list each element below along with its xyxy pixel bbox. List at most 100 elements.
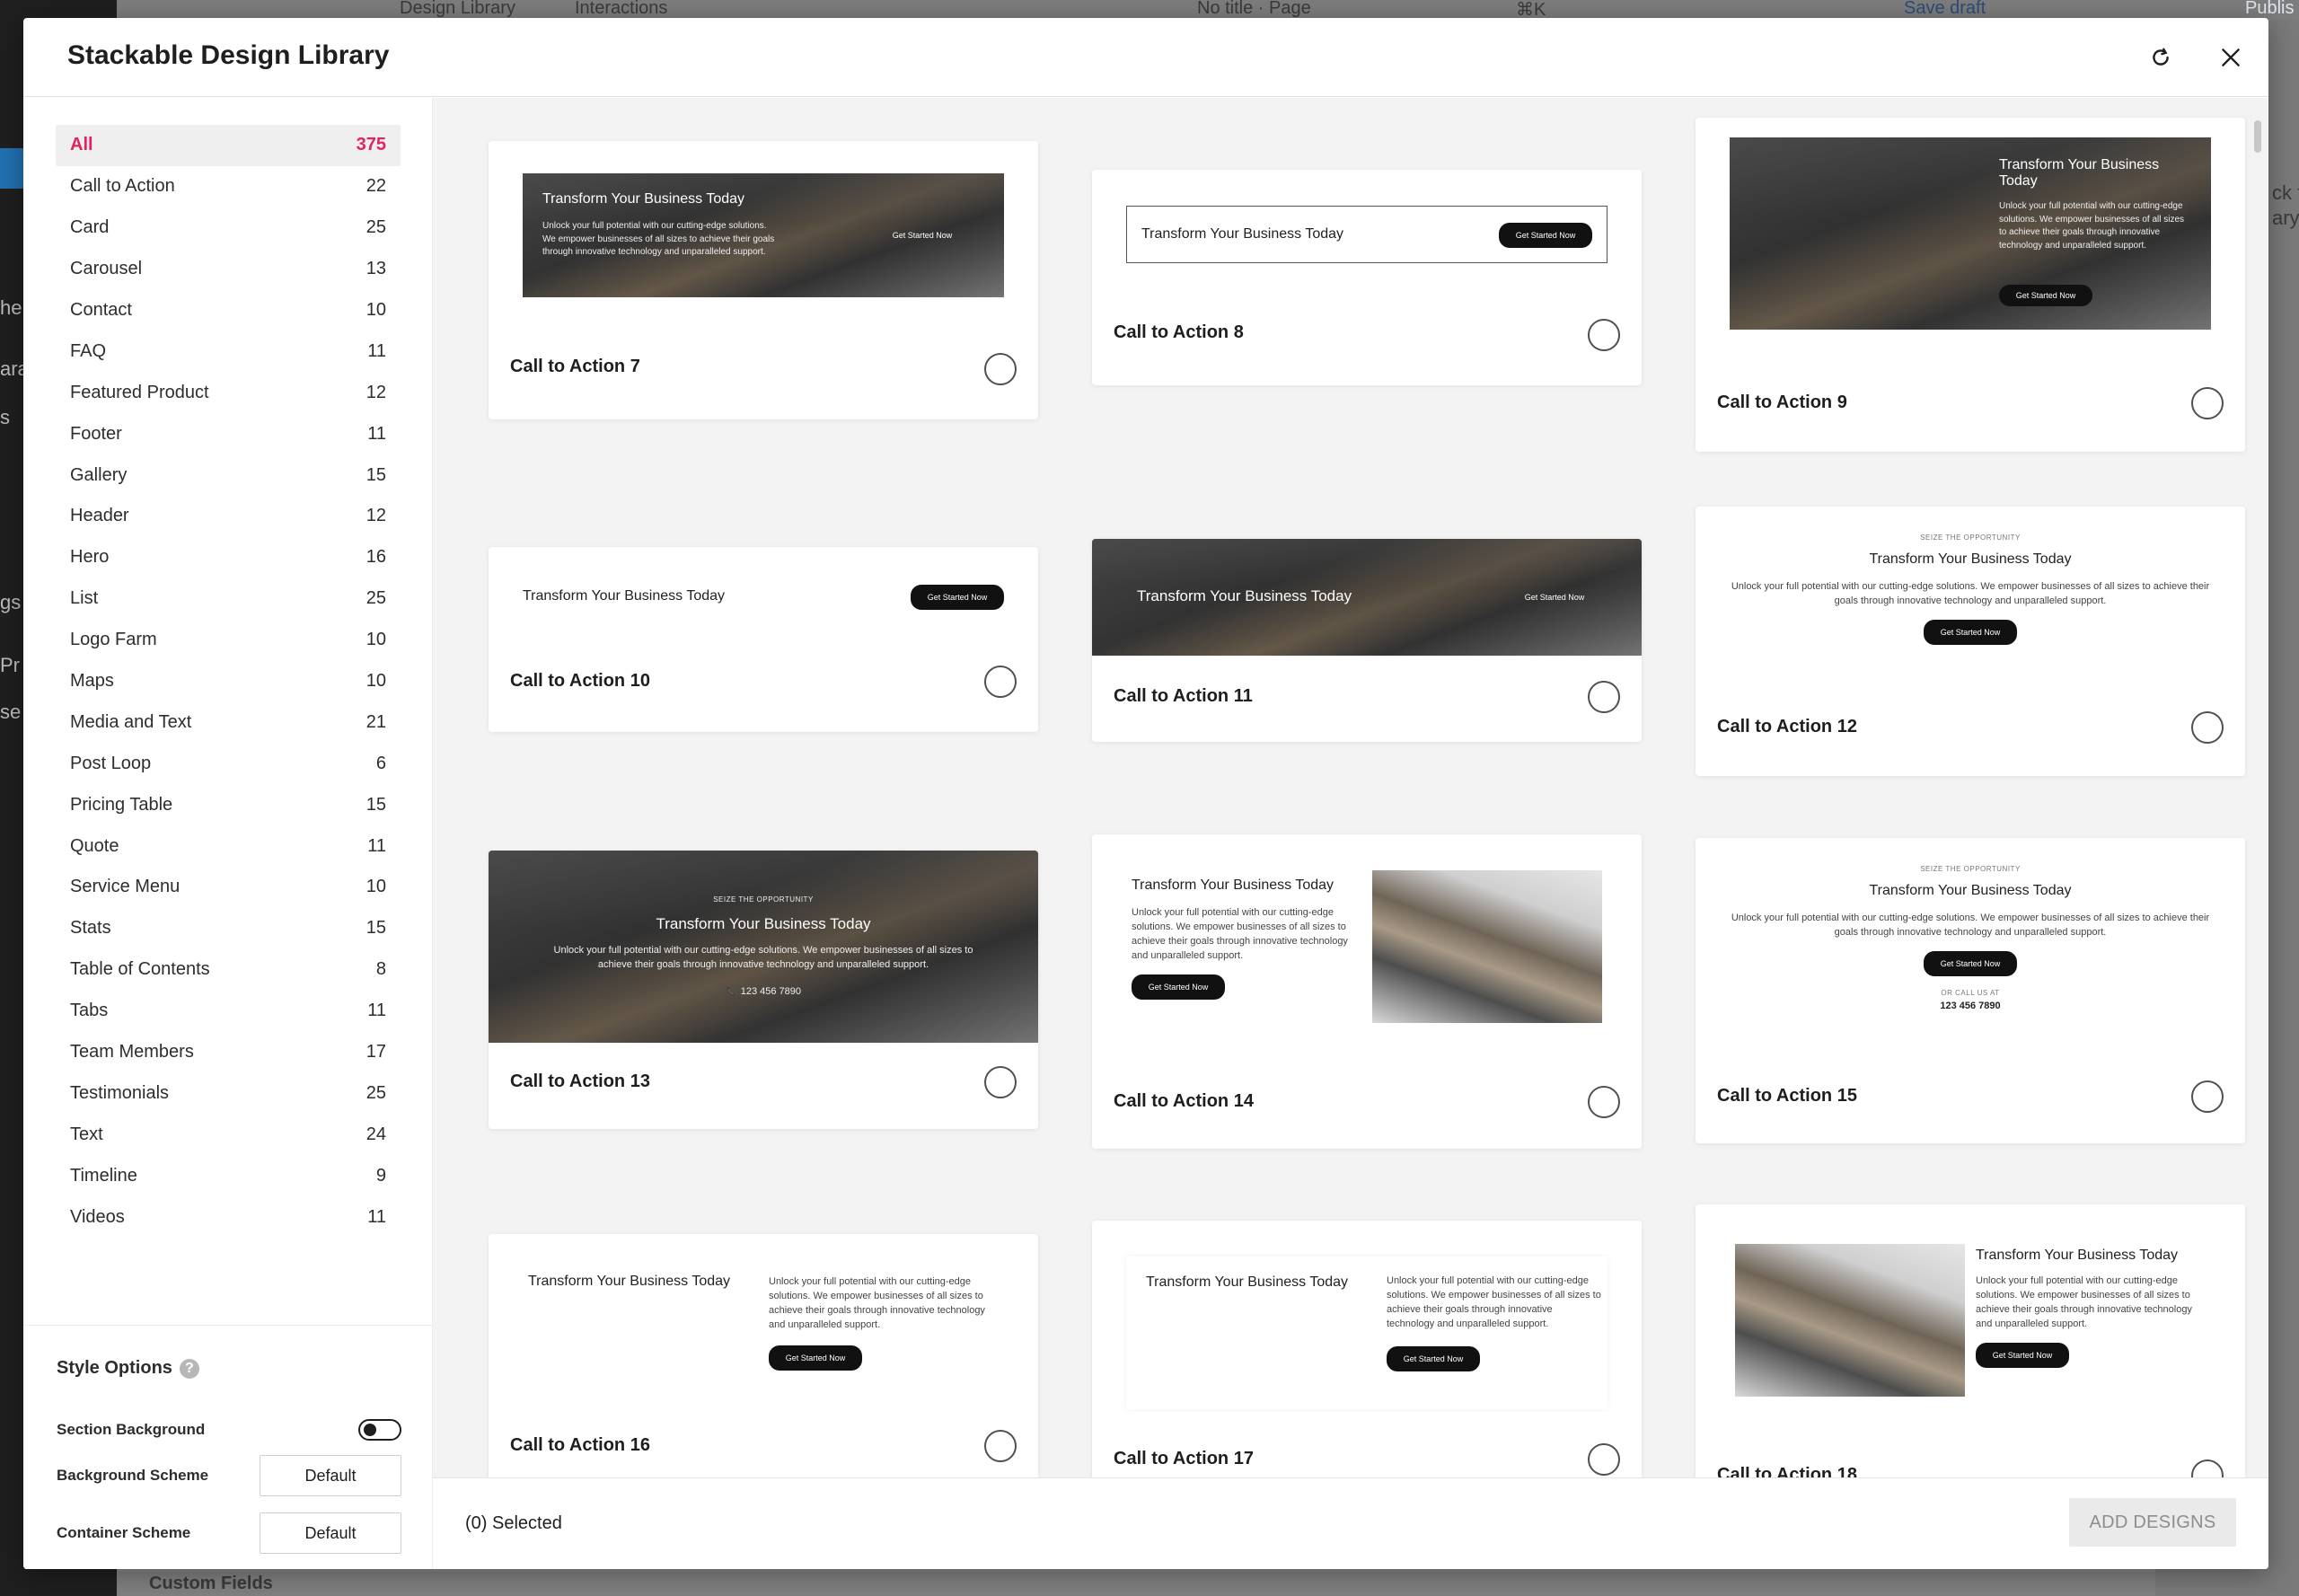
document-title: No title · Page [1197,0,1311,18]
preview-image [1372,870,1602,1023]
design-card[interactable]: Transform Your Business Today Unlock you… [489,1234,1038,1477]
side-fragment: Pr [0,654,20,676]
preview-eyebrow: SEIZE THE OPPORTUNITY [1920,533,2021,542]
category-item[interactable]: Logo Farm 10 [56,620,401,661]
select-radio[interactable] [984,353,1017,385]
preview-heading: Transform Your Business Today [528,1274,731,1289]
design-card[interactable]: Transform Your Business Today Get Starte… [1092,170,1642,385]
category-item[interactable]: Call to Action 22 [56,166,401,207]
side-fragment: gs [0,591,22,613]
select-radio[interactable] [2191,711,2224,744]
select-radio[interactable] [2191,387,2224,419]
design-card[interactable]: Transform Your Business Today Unlock you… [489,141,1038,419]
preview-heading: Transform Your Business Today [1137,587,1352,604]
design-label: Call to Action 10 [510,671,650,691]
category-item[interactable]: Card 25 [56,207,401,249]
category-count: 10 [366,300,386,320]
category-item[interactable]: List 25 [56,578,401,620]
design-card[interactable]: Transform Your Business Today Get Starte… [489,547,1038,732]
category-item[interactable]: Testimonials 25 [56,1072,401,1114]
section-background-toggle[interactable] [358,1419,401,1441]
category-count: 10 [366,630,386,650]
category-item[interactable]: Pricing Table 15 [56,784,401,825]
category-item[interactable]: Hero 16 [56,537,401,578]
preview-button: Get Started Now [1924,951,2017,976]
select-radio[interactable] [1588,681,1620,713]
style-options-panel: Style Options ? Section Background Backg… [23,1325,432,1569]
design-preview: Transform Your Business Today Get Starte… [1126,206,1608,263]
container-scheme-label: Container Scheme [57,1524,191,1541]
category-item[interactable]: Media and Text 21 [56,701,401,743]
interactions-tab: Interactions [575,0,668,18]
design-label: Call to Action 7 [510,357,640,376]
category-item[interactable]: Gallery 15 [56,454,401,496]
add-designs-button[interactable]: ADD DESIGNS [2069,1498,2236,1547]
category-count: 9 [375,1165,386,1186]
select-radio[interactable] [1588,319,1620,351]
category-item[interactable]: Maps 10 [56,661,401,702]
category-item[interactable]: Text 24 [56,1114,401,1155]
design-grid: Transform Your Business Today Unlock you… [433,98,2268,1477]
design-card[interactable]: Transform Your Business Today Unlock you… [1092,834,1642,1149]
select-radio[interactable] [1588,1443,1620,1476]
category-item[interactable]: Footer 11 [56,413,401,454]
category-count: 12 [366,506,386,526]
category-count: 25 [366,1082,386,1103]
category-item[interactable]: Contact 10 [56,290,401,331]
category-item[interactable]: Featured Product 12 [56,372,401,413]
close-icon [2222,48,2240,66]
preview-heading: Transform Your Business Today [656,915,871,932]
select-radio[interactable] [984,1066,1017,1098]
design-label: Call to Action 11 [1114,686,1253,706]
category-item[interactable]: FAQ 11 [56,331,401,372]
help-icon[interactable]: ? [179,1358,199,1379]
category-item[interactable]: Header 12 [56,496,401,537]
category-item[interactable]: Carousel 13 [56,249,401,290]
design-card[interactable]: Transform Your Business Today Get Starte… [1092,539,1642,742]
background-scheme-select[interactable]: Default [260,1455,401,1496]
select-radio[interactable] [1588,1086,1620,1118]
category-item[interactable]: Table of Contents 8 [56,949,401,991]
design-card[interactable]: SEIZE THE OPPORTUNITY Transform Your Bus… [489,851,1038,1129]
right-fragment: ck f [2272,181,2299,204]
close-button[interactable] [2213,40,2249,75]
category-item[interactable]: Team Members 17 [56,1032,401,1073]
select-radio[interactable] [2191,1080,2224,1113]
preview-button: Get Started Now [1976,1343,2069,1368]
category-label: Footer [70,423,122,444]
category-item[interactable]: Tabs 11 [56,991,401,1032]
select-radio[interactable] [984,1430,1017,1462]
right-fragment: ary. [2272,207,2299,229]
category-item[interactable]: Timeline 9 [56,1155,401,1196]
category-count: 11 [367,340,386,361]
save-draft-button: Save draft [1904,0,1986,18]
category-item[interactable]: Quote 11 [56,825,401,867]
preview-body: Unlock your full potential with our cutt… [769,1276,985,1330]
preview-button: Get Started Now [892,231,953,240]
category-item[interactable]: All 375 [56,125,401,166]
select-radio[interactable] [984,666,1017,698]
design-label: Call to Action 12 [1717,717,1857,736]
design-card[interactable]: SEIZE THE OPPORTUNITY Transform Your Bus… [1696,838,2245,1143]
category-label: Stats [70,918,111,939]
category-item[interactable]: Service Menu 10 [56,867,401,908]
category-label: Testimonials [70,1082,170,1103]
design-card[interactable]: Transform Your Business Today Unlock you… [1696,1204,2245,1477]
refresh-button[interactable] [2143,40,2179,75]
design-card[interactable]: SEIZE THE OPPORTUNITY Transform Your Bus… [1696,507,2245,776]
category-item[interactable]: Stats 15 [56,908,401,949]
select-radio[interactable] [2191,1459,2224,1477]
category-item[interactable]: Videos 11 [56,1196,401,1238]
preview-button: Get Started Now [1999,285,2092,306]
design-card[interactable]: Transform Your Business Today Unlock you… [1092,1221,1642,1477]
design-label: Call to Action 9 [1717,392,1847,412]
category-count: 375 [356,135,386,155]
category-item[interactable]: Post Loop 6 [56,743,401,784]
category-count: 10 [366,877,386,897]
preview-heading: Transform Your Business Today [1869,883,2072,898]
category-list: All 375 Call to Action 22 Card 25 Carousel 13 Co… [56,125,401,1238]
container-scheme-select[interactable]: Default [260,1512,401,1554]
preview-body: Unlock your full potential with our cutt… [1731,581,2210,606]
content-scrollbar[interactable] [2254,120,2261,153]
design-card[interactable]: Transform Your Business Today Unlock you… [1696,118,2245,452]
